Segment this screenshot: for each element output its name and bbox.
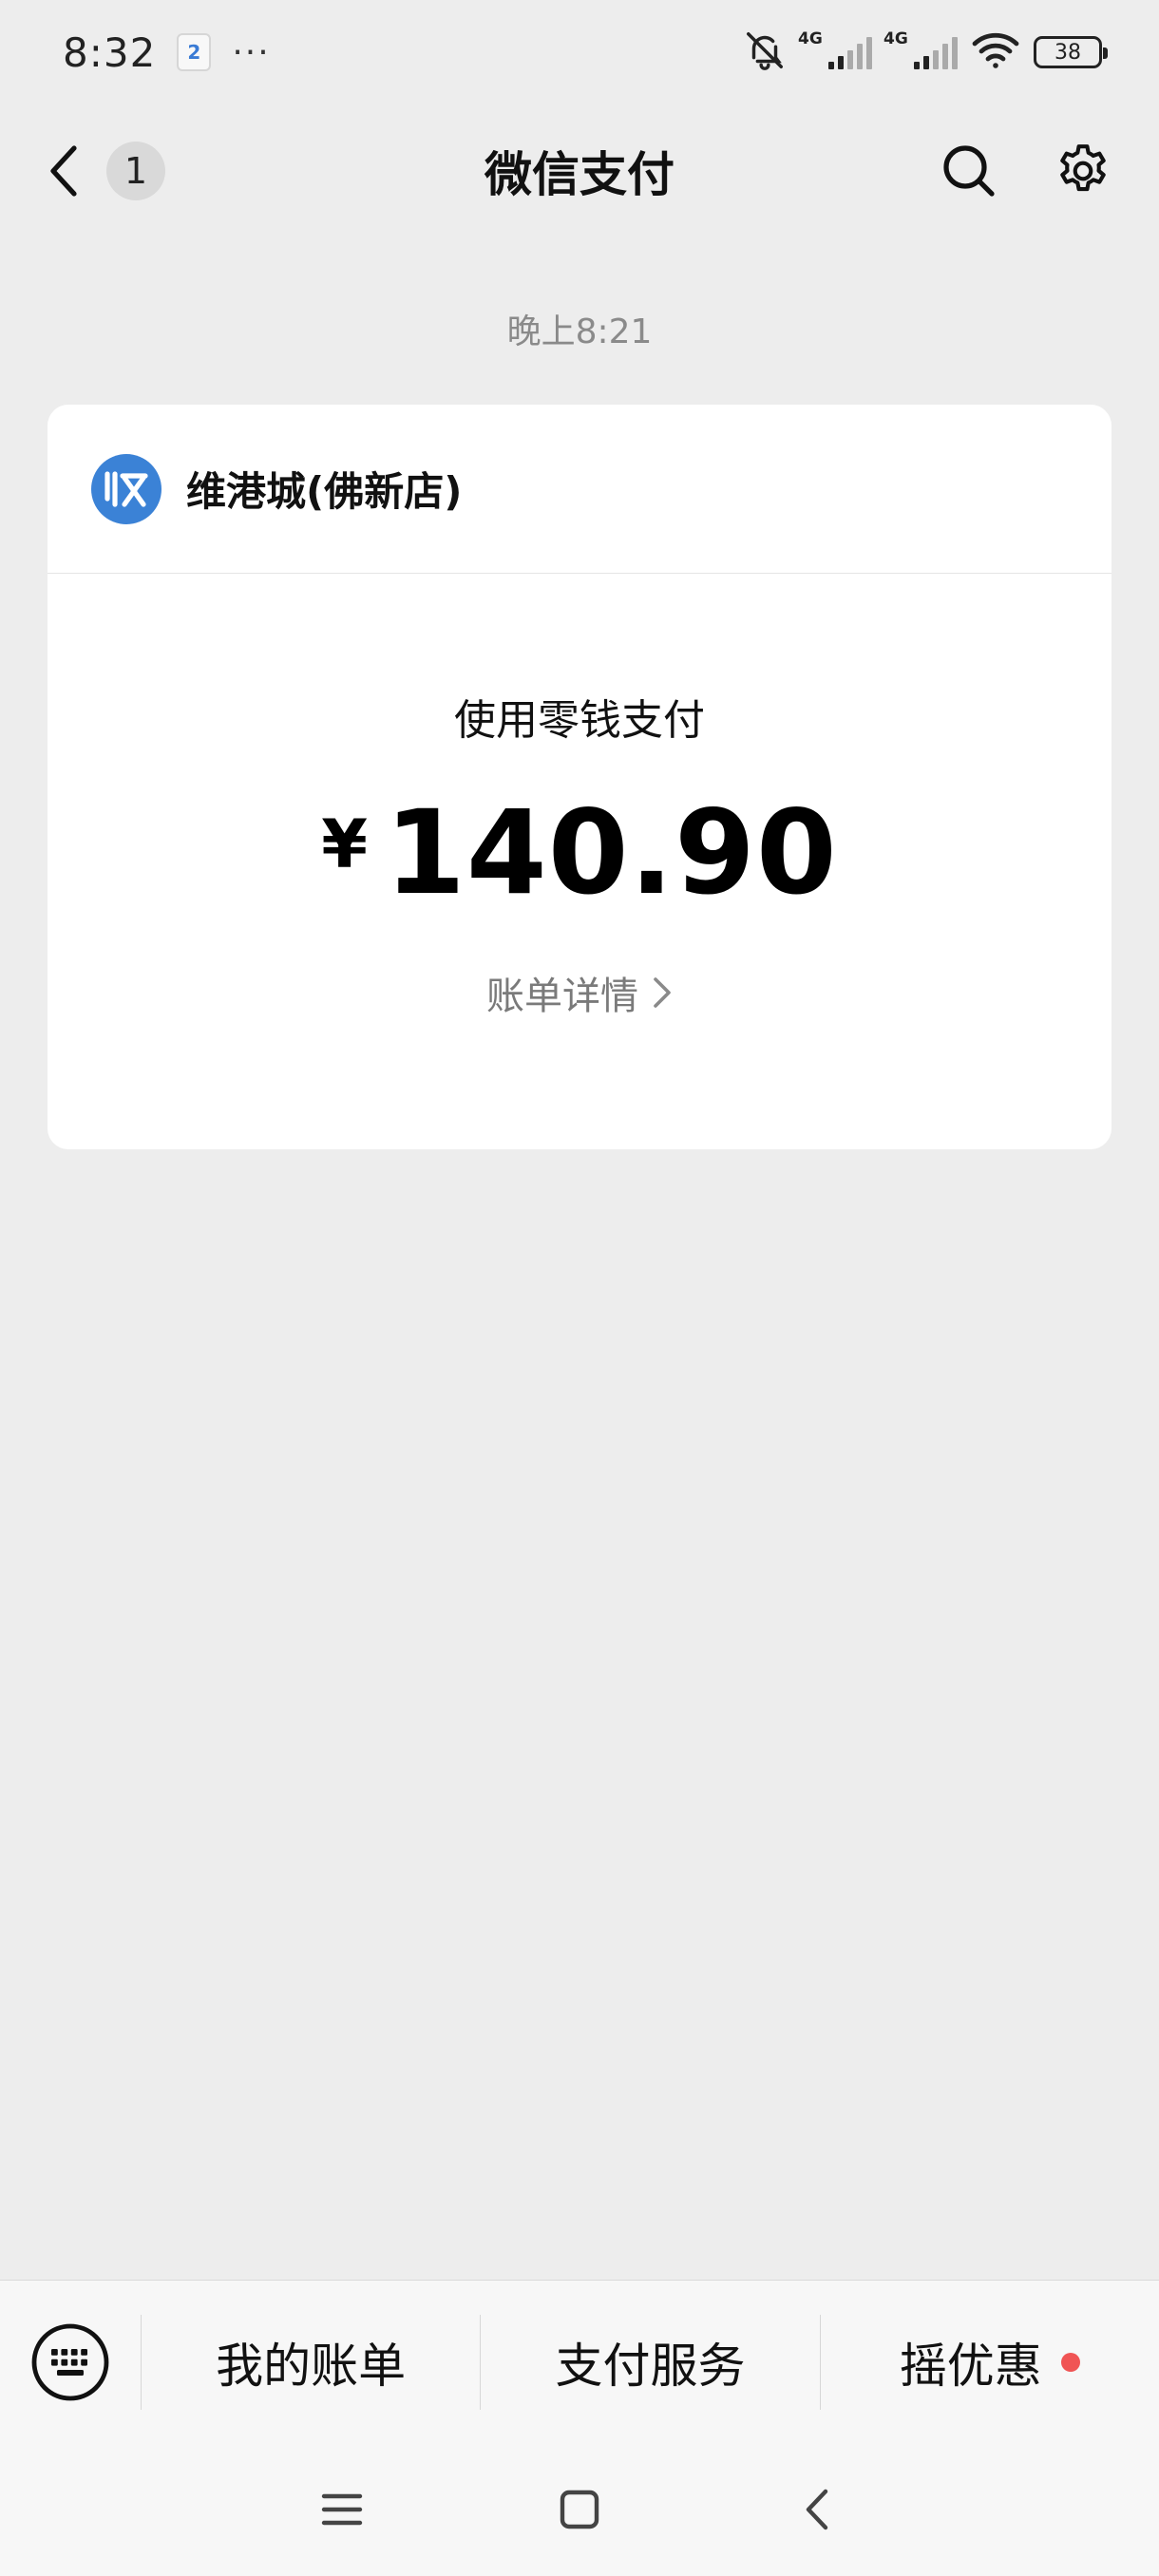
status-time: 8:32 — [63, 28, 157, 76]
battery-level: 38 — [1054, 40, 1081, 65]
nav-right — [939, 141, 1113, 201]
back-button[interactable] — [46, 142, 84, 199]
wifi-icon — [971, 30, 1020, 74]
status-left: 8:32 2 ··· — [63, 29, 271, 76]
amount-row: ¥ 140.90 — [321, 792, 838, 914]
keyboard-toggle-button[interactable] — [0, 2281, 141, 2444]
bottom-menu: 我的账单 支付服务 摇优惠 — [0, 2280, 1159, 2443]
receive-payment-icon — [91, 453, 162, 524]
system-back-button[interactable] — [788, 2481, 846, 2538]
unread-count-badge[interactable]: 1 — [106, 142, 165, 200]
system-navigation-bar — [0, 2443, 1159, 2576]
keyboard-icon — [31, 2323, 109, 2400]
chevron-right-icon — [654, 977, 671, 1008]
card-header[interactable]: 维港城(佛新店) — [48, 405, 1112, 574]
payment-method: 使用零钱支付 — [454, 696, 705, 745]
network-type-2: 4G — [884, 29, 908, 48]
message-timestamp: 晚上8:21 — [506, 313, 653, 351]
gear-icon — [1060, 144, 1106, 192]
chevron-left-icon — [50, 145, 77, 197]
menu-item-shake-offers[interactable]: 摇优惠 — [821, 2281, 1159, 2444]
menu-item-label: 支付服务 — [555, 2338, 746, 2394]
battery-icon: 38 — [1034, 36, 1108, 68]
currency-symbol: ¥ — [321, 805, 368, 883]
signal-2-icon: 4G — [884, 29, 958, 69]
wechat-pay-screen: 8:32 2 ··· 4G 4G 38 微信支付 1 晚上8:21 维港城(佛新… — [0, 0, 1159, 2576]
search-button[interactable] — [939, 141, 999, 201]
payment-amount: 140.90 — [384, 786, 838, 920]
menu-lines-icon — [321, 2493, 363, 2526]
network-type-1: 4G — [798, 29, 823, 48]
status-bar: 8:32 2 ··· 4G 4G 38 — [0, 0, 1159, 104]
signal-1-icon: 4G — [798, 29, 872, 69]
payment-card[interactable]: 维港城(佛新店) 使用零钱支付 ¥ 140.90 账单详情 — [48, 405, 1112, 1149]
card-body: 使用零钱支付 ¥ 140.90 账单详情 — [48, 574, 1112, 1020]
home-square-icon — [560, 2490, 599, 2529]
bill-detail-link[interactable]: 账单详情 — [486, 965, 673, 1020]
menu-item-label: 摇优惠 — [899, 2338, 1042, 2394]
nav-bar: 微信支付 1 — [0, 104, 1159, 237]
recent-apps-button[interactable] — [314, 2481, 370, 2538]
menu-item-pay-services[interactable]: 支付服务 — [481, 2281, 819, 2444]
notification-app-icon: 2 — [177, 33, 212, 71]
more-notifications-icon: ··· — [232, 32, 271, 72]
settings-button[interactable] — [1053, 141, 1113, 201]
menu-item-label: 我的账单 — [216, 2338, 407, 2394]
back-triangle-icon — [806, 2489, 828, 2530]
menu-item-my-bills[interactable]: 我的账单 — [142, 2281, 480, 2444]
new-indicator-dot — [1060, 2352, 1080, 2372]
merchant-name: 维港城(佛新店) — [186, 468, 463, 515]
notification-label: 2 — [187, 41, 201, 64]
mute-bell-icon — [743, 28, 787, 76]
search-icon — [943, 145, 995, 197]
bill-detail-label: 账单详情 — [486, 975, 638, 1019]
nav-left: 1 — [46, 142, 165, 200]
status-right: 4G 4G 38 — [743, 28, 1108, 76]
home-button[interactable] — [551, 2481, 608, 2538]
